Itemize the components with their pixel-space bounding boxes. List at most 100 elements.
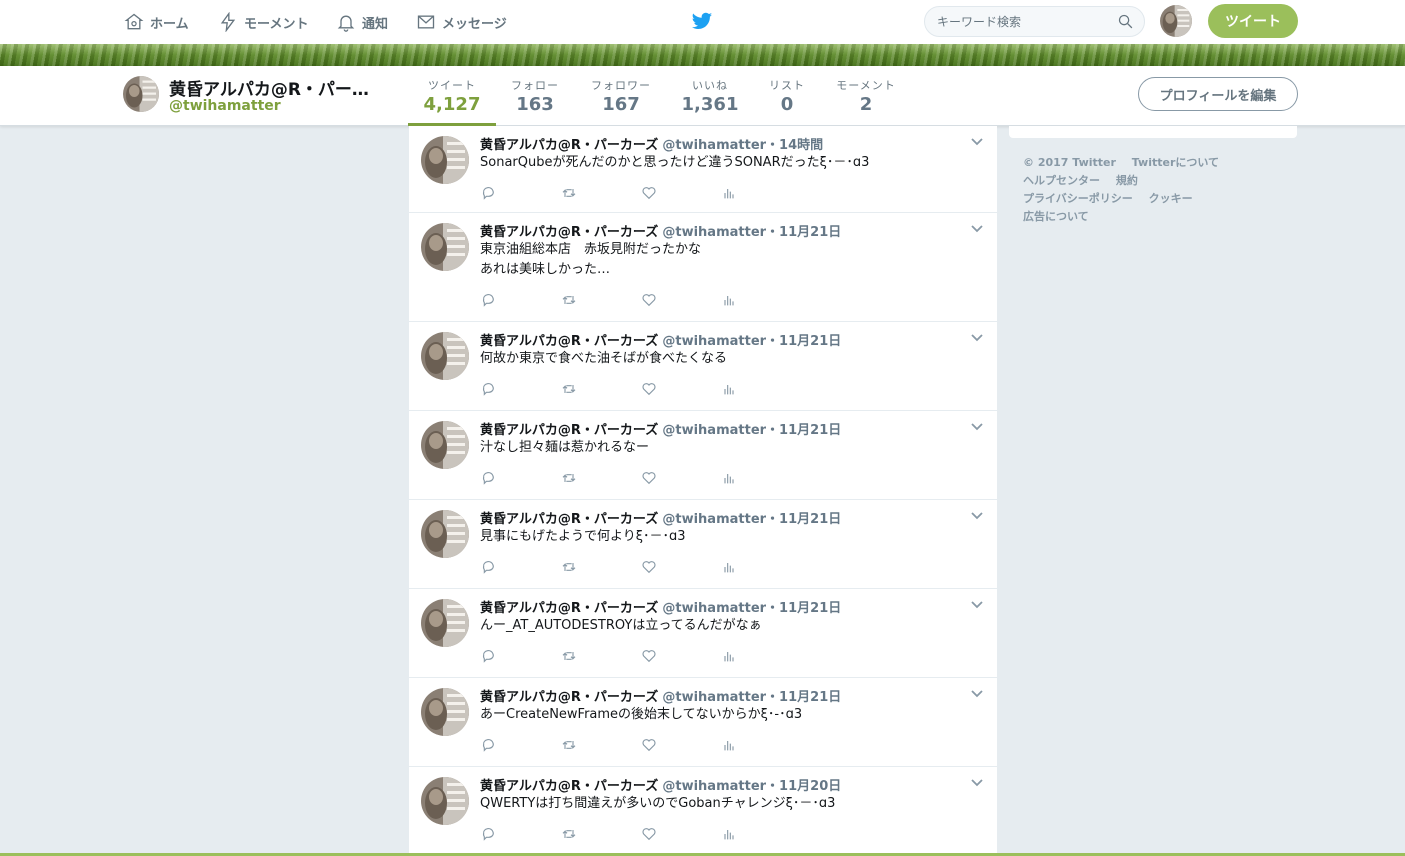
like-button[interactable] [641,826,721,844]
tweet-author-name[interactable]: 黄昏アルパカ@R・パーカーズ [480,512,658,527]
tweet-author-name[interactable]: 黄昏アルパカ@R・パーカーズ [480,334,658,349]
tweet-button[interactable]: ツイート [1208,4,1298,38]
tweet-handle-time[interactable]: @twihamatter・11月21日 [662,601,841,616]
tweet-item[interactable]: 黄昏アルパカ@R・パーカーズ @twihamatter・11月21日 東京油組総… [409,213,997,322]
stat-following[interactable]: フォロー 163 [500,66,570,126]
tweet-avatar[interactable] [421,599,469,647]
chevron-down-icon[interactable] [971,601,983,609]
analytics-button[interactable] [721,185,801,203]
profile-handle[interactable]: @twihamatter [169,98,281,114]
chevron-down-icon[interactable] [971,423,983,431]
nav-messages[interactable]: メッセージ [416,0,507,44]
tweet-author-name[interactable]: 黄昏アルパカ@R・パーカーズ [480,690,658,705]
stat-moments[interactable]: モーメント 2 [832,66,900,126]
tweet-avatar[interactable] [421,223,469,271]
search-icon[interactable] [1117,13,1134,30]
retweet-button[interactable] [561,292,641,310]
reply-button[interactable] [481,737,561,755]
tweet-avatar[interactable] [421,421,469,469]
footer-privacy-link[interactable]: プライバシーポリシー [1023,192,1133,205]
tweet-item[interactable]: 黄昏アルパカ@R・パーカーズ @twihamatter・11月21日 見事にもげ… [409,500,997,589]
chevron-down-icon[interactable] [971,512,983,520]
reply-button[interactable] [481,470,561,488]
retweet-button[interactable] [561,737,641,755]
tweet-avatar[interactable] [421,332,469,380]
retweet-button[interactable] [561,648,641,666]
stat-likes[interactable]: いいね 1,361 [676,66,744,126]
tweet-handle-time[interactable]: @twihamatter・11月20日 [662,779,841,794]
reply-button[interactable] [481,185,561,203]
analytics-button[interactable] [721,381,801,399]
chevron-down-icon[interactable] [971,779,983,787]
footer-ads-link[interactable]: 広告について [1023,210,1089,223]
twitter-bird-icon[interactable] [691,10,713,32]
tweet-handle-time[interactable]: @twihamatter・11月21日 [662,423,841,438]
analytics-button[interactable] [721,737,801,755]
tweet-author-name[interactable]: 黄昏アルパカ@R・パーカーズ [480,225,658,240]
tweet-item[interactable]: 黄昏アルパカ@R・パーカーズ @twihamatter・11月21日 んー_AT… [409,589,997,678]
tweet-item[interactable]: 黄昏アルパカ@R・パーカーズ @twihamatter・11月21日 汁なし担々… [409,411,997,500]
tweet-item[interactable]: 黄昏アルパカ@R・パーカーズ @twihamatter・11月20日 QWERT… [409,767,997,856]
footer-terms-link[interactable]: 規約 [1116,174,1138,187]
like-button[interactable] [641,470,721,488]
reply-button[interactable] [481,648,561,666]
edit-profile-button[interactable]: プロフィールを編集 [1138,77,1298,111]
tweet-item[interactable]: 黄昏アルパカ@R・パーカーズ @twihamatter・11月21日 何故か東京… [409,322,997,411]
analytics-button[interactable] [721,292,801,310]
reply-button[interactable] [481,826,561,844]
tweet-handle-time[interactable]: @twihamatter・11月21日 [662,690,841,705]
profile-avatar[interactable] [123,76,159,112]
like-button[interactable] [641,559,721,577]
analytics-button[interactable] [721,470,801,488]
tweet-author-name[interactable]: 黄昏アルパカ@R・パーカーズ [480,779,658,794]
chevron-down-icon[interactable] [971,225,983,233]
nav-notifications[interactable]: 通知 [336,0,388,44]
stat-followers[interactable]: フォロワー 167 [582,66,660,126]
tweet-author-name[interactable]: 黄昏アルパカ@R・パーカーズ [480,601,658,616]
stat-lists[interactable]: リスト 0 [762,66,812,126]
tweet-handle-time[interactable]: @twihamatter・11月21日 [662,334,841,349]
tweet-avatar[interactable] [421,136,469,184]
stat-tweets[interactable]: ツイート 4,127 [408,66,496,126]
tweet-avatar[interactable] [421,510,469,558]
chevron-down-icon[interactable] [971,690,983,698]
tweet-handle-time[interactable]: @twihamatter・14時間 [662,138,823,153]
retweet-button[interactable] [561,470,641,488]
like-button[interactable] [641,381,721,399]
account-avatar[interactable] [1160,5,1192,37]
reply-button[interactable] [481,292,561,310]
like-button[interactable] [641,185,721,203]
chevron-down-icon[interactable] [971,334,983,342]
footer-help-link[interactable]: ヘルプセンター [1023,174,1100,187]
analytics-button[interactable] [721,648,801,666]
footer-cookies-link[interactable]: クッキー [1149,192,1193,205]
footer-about-link[interactable]: Twitterについて [1132,156,1219,169]
nav-moments[interactable]: モーメント [218,0,308,44]
reply-button[interactable] [481,559,561,577]
chevron-down-icon[interactable] [971,138,983,146]
tweet-text-line: 何故か東京で食べた油そばが食べたくなる [480,351,728,366]
tweet-author-name[interactable]: 黄昏アルパカ@R・パーカーズ [480,138,658,153]
tweet-item[interactable]: 黄昏アルパカ@R・パーカーズ @twihamatter・14時間 SonarQu… [409,126,997,213]
nav-home[interactable]: ホーム [124,0,189,44]
like-button[interactable] [641,292,721,310]
tweet-avatar[interactable] [421,777,469,825]
profile-name[interactable]: 黄昏アルパカ@R・パー… [169,75,389,100]
retweet-button[interactable] [561,826,641,844]
analytics-button[interactable] [721,559,801,577]
like-button[interactable] [641,648,721,666]
retweet-button[interactable] [561,185,641,203]
tweet-handle-time[interactable]: @twihamatter・11月21日 [662,512,841,527]
tweet-avatar[interactable] [421,688,469,736]
search-input[interactable] [925,7,1105,36]
analytics-button[interactable] [721,826,801,844]
tweet-handle-time[interactable]: @twihamatter・11月21日 [662,225,841,240]
tweet-author-name[interactable]: 黄昏アルパカ@R・パーカーズ [480,423,658,438]
stat-label: フォロワー [591,79,651,92]
tweet-item[interactable]: 黄昏アルパカ@R・パーカーズ @twihamatter・11月21日 あーCre… [409,678,997,767]
retweet-button[interactable] [561,559,641,577]
analytics-icon [724,563,734,573]
like-button[interactable] [641,737,721,755]
retweet-button[interactable] [561,381,641,399]
reply-button[interactable] [481,381,561,399]
